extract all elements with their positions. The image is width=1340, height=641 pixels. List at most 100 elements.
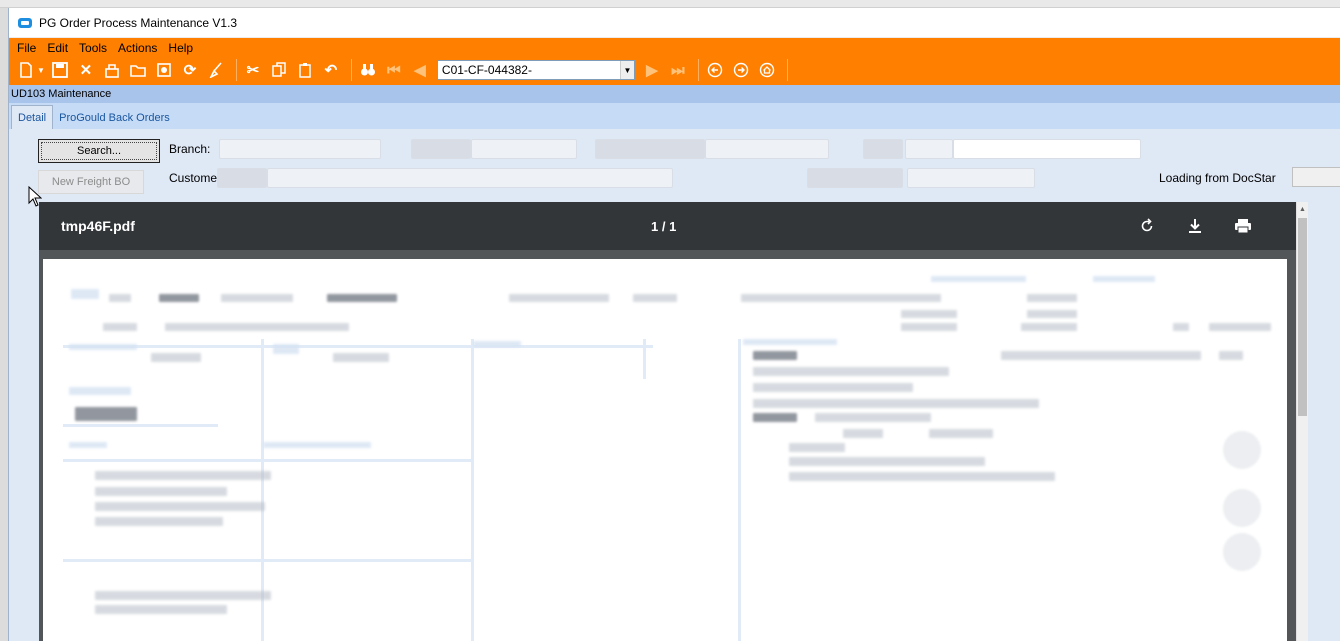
redacted-text — [95, 605, 227, 614]
rotate-icon[interactable] — [1137, 216, 1157, 236]
viewer-scrollbar[interactable]: ▲ ▼ — [1296, 202, 1308, 641]
cut-icon[interactable]: ✂ — [242, 59, 264, 81]
redacted-text — [753, 351, 797, 360]
previous-record-icon[interactable]: ◀ — [409, 59, 431, 81]
redacted-text — [843, 429, 883, 438]
redacted-text — [633, 294, 677, 302]
customer-label: Custome — [169, 171, 218, 185]
record-combo[interactable]: C01-CF-044382- ▼ — [436, 60, 635, 80]
redacted-field[interactable] — [471, 139, 577, 159]
redacted-text — [221, 294, 293, 302]
redacted-customer-id[interactable] — [217, 168, 267, 188]
scrollbar-thumb[interactable] — [1298, 218, 1307, 416]
tab-bar: Detail ProGould Back Orders — [9, 103, 1340, 129]
redacted-text — [95, 517, 223, 526]
app-icon — [18, 17, 32, 28]
redacted-text — [789, 443, 845, 452]
redacted-field[interactable] — [907, 168, 1035, 188]
clear-icon[interactable] — [101, 59, 123, 81]
menu-file[interactable]: File — [17, 41, 36, 55]
tab-detail[interactable]: Detail — [11, 105, 54, 129]
pdf-filename: tmp46F.pdf — [61, 218, 135, 234]
redacted-text — [1001, 351, 1201, 360]
redacted-text — [753, 383, 913, 392]
app-window: PG Order Process Maintenance V1.3 File E… — [8, 8, 1340, 641]
redacted-label — [595, 139, 705, 159]
menu-help[interactable]: Help — [168, 41, 193, 55]
customer-name-field[interactable] — [267, 168, 673, 188]
menu-tools[interactable]: Tools — [79, 41, 107, 55]
window-title: PG Order Process Maintenance V1.3 — [39, 15, 238, 30]
menu-toolbar-area: File Edit Tools Actions Help ▼ ✕ ⟳ ✂ ↶ ⏮… — [9, 38, 1340, 85]
paste-icon[interactable] — [294, 59, 316, 81]
detail-panel: Search... New Freight BO Branch: Custome… — [9, 129, 1340, 641]
open-icon[interactable] — [127, 59, 149, 81]
redacted-text — [151, 353, 201, 362]
redacted-text — [71, 289, 99, 299]
redacted-text — [263, 442, 371, 448]
redacted-text — [741, 294, 941, 302]
new-freight-bo-button[interactable]: New Freight BO — [38, 170, 144, 194]
toolbar-separator — [697, 59, 699, 81]
redacted-field[interactable] — [953, 139, 1141, 159]
redacted-text — [69, 387, 131, 395]
redacted-text — [473, 341, 521, 347]
undo-icon[interactable]: ↶ — [320, 59, 342, 81]
document-rule — [63, 459, 473, 462]
redacted-text — [1027, 294, 1077, 302]
redacted-field[interactable] — [905, 139, 953, 159]
branch-field[interactable] — [219, 139, 381, 159]
redacted-text — [753, 413, 797, 422]
delete-icon[interactable]: ✕ — [75, 59, 97, 81]
redacted-text — [333, 353, 389, 362]
forward-icon[interactable] — [730, 59, 752, 81]
redacted-text — [753, 399, 1039, 408]
print-preview-icon[interactable] — [153, 59, 175, 81]
search-button[interactable]: Search... — [38, 139, 160, 163]
copy-icon[interactable] — [268, 59, 290, 81]
redacted-text — [1209, 323, 1271, 331]
save-icon[interactable] — [49, 59, 71, 81]
scroll-up-icon[interactable]: ▲ — [1297, 203, 1308, 215]
redacted-text — [901, 323, 957, 331]
toolbar-separator — [235, 59, 237, 81]
refresh-icon[interactable]: ⟳ — [179, 59, 201, 81]
cleanup-icon[interactable] — [205, 59, 227, 81]
last-record-icon[interactable]: ⏭ — [667, 59, 689, 81]
menu-actions[interactable]: Actions — [118, 41, 157, 55]
redacted-text — [509, 294, 609, 302]
download-icon[interactable] — [1185, 216, 1205, 236]
redacted-field[interactable] — [705, 139, 829, 159]
pdf-page-indicator: 1 / 1 — [651, 218, 677, 234]
redacted-text — [103, 323, 137, 331]
menu-edit[interactable]: Edit — [47, 41, 68, 55]
first-record-icon[interactable]: ⏮ — [383, 59, 405, 81]
redacted-text — [815, 413, 931, 422]
redacted-text — [159, 294, 199, 302]
print-icon[interactable] — [1233, 216, 1253, 236]
redacted-text — [1093, 276, 1155, 282]
pdf-page — [43, 259, 1287, 641]
redacted-text — [95, 487, 227, 496]
toolbar-separator — [786, 59, 788, 81]
docstar-progress — [1292, 167, 1340, 187]
tab-progould-back-orders[interactable]: ProGould Back Orders — [53, 107, 176, 129]
redacted-circle — [1223, 533, 1261, 571]
binoculars-icon[interactable] — [357, 59, 379, 81]
new-dropdown-icon[interactable]: ▼ — [37, 66, 45, 75]
next-record-icon[interactable]: ▶ — [641, 59, 663, 81]
toolbar: ▼ ✕ ⟳ ✂ ↶ ⏮ ◀ C01-CF-044382- ▼ ▶ ⏭ — [9, 55, 1340, 85]
redacted-circle — [1223, 489, 1261, 527]
chevron-down-icon[interactable]: ▼ — [619, 61, 634, 79]
redacted-text — [273, 344, 299, 354]
home-icon[interactable] — [756, 59, 778, 81]
document-rule — [63, 559, 473, 562]
redacted-text — [165, 323, 349, 331]
redacted-text — [929, 429, 993, 438]
redacted-text — [95, 502, 265, 511]
back-icon[interactable] — [704, 59, 726, 81]
new-icon[interactable] — [15, 59, 37, 81]
document-rule — [471, 339, 474, 641]
redacted-text — [109, 294, 131, 302]
redacted-text — [69, 442, 107, 448]
